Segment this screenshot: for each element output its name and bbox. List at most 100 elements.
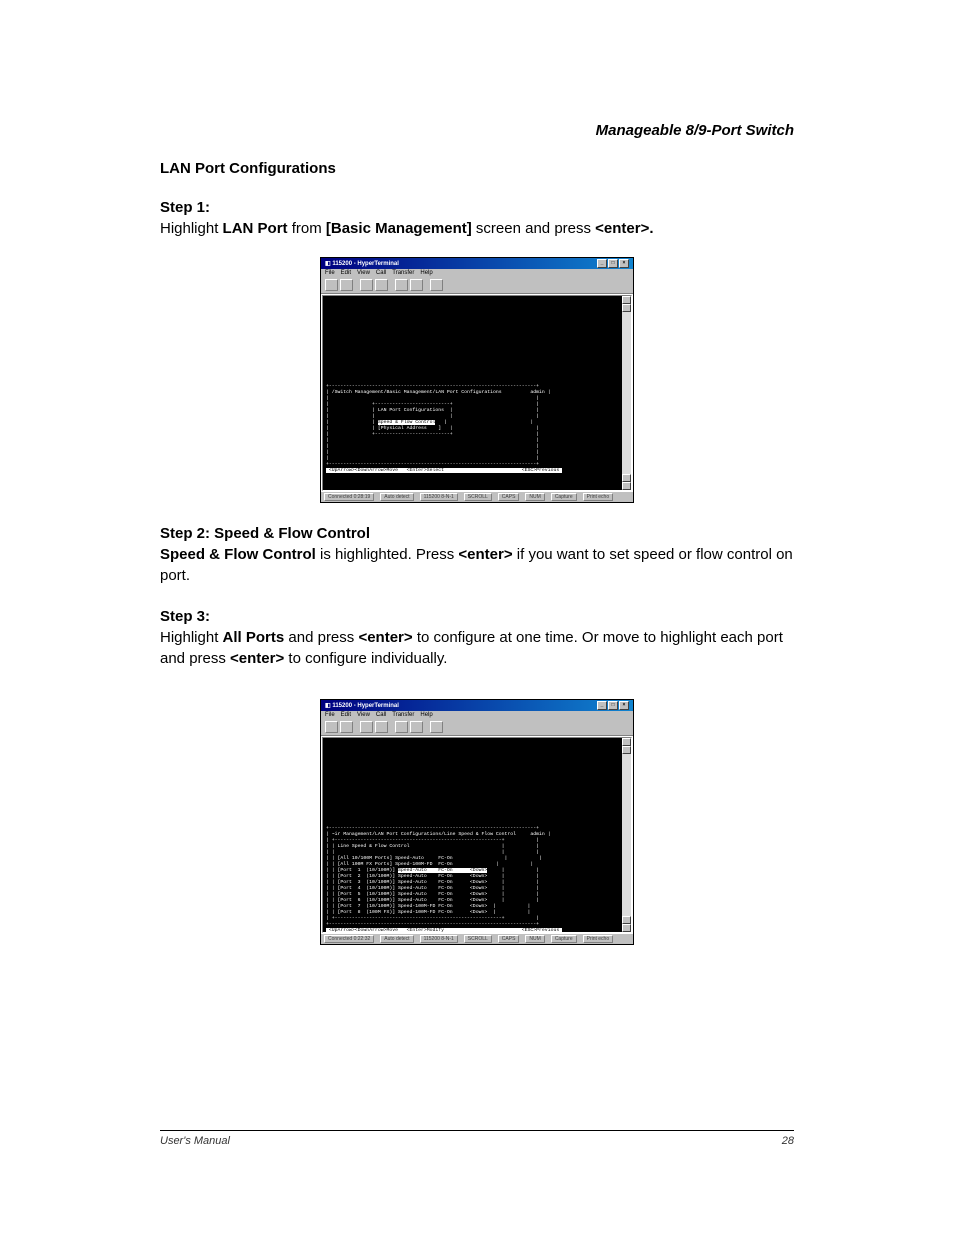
statusbar: Connected 0:28:19 Auto detect 115200 8-N… <box>321 492 633 502</box>
toolbar-button[interactable] <box>410 279 423 291</box>
table-row[interactable]: [Port 8 (100M FX)] Speed-100M-FD FC-On <… <box>338 910 488 915</box>
terminal-container: +---------------------------------------… <box>321 735 633 934</box>
toolbar-button[interactable] <box>360 279 373 291</box>
statusbar: Connected 0:22:32 Auto detect 115200 8-N… <box>321 934 633 944</box>
menu-edit[interactable]: Edit <box>341 270 351 276</box>
toolbar-button[interactable] <box>430 279 443 291</box>
table-row[interactable]: [All 10/100M Ports] Speed-Auto FC-On <box>338 856 453 861</box>
window-system-buttons[interactable]: _□× <box>596 259 629 268</box>
hyperterminal-window: ◧ 115200 - HyperTerminal _□× File Edit V… <box>320 699 634 945</box>
terminal-screen-2[interactable]: +---------------------------------------… <box>322 737 632 933</box>
toolbar-button[interactable] <box>325 721 338 733</box>
toolbar-button[interactable] <box>395 279 408 291</box>
page-footer: User's Manual 28 <box>160 1130 794 1147</box>
table-row[interactable]: [Port 2 (10/100M)] Speed-Auto FC-On <Dow… <box>338 874 488 879</box>
scroll-up-icon[interactable] <box>622 296 631 304</box>
window-system-buttons[interactable]: _□× <box>596 701 629 710</box>
status-cell: CAPS <box>498 935 520 943</box>
terminal-screen-1[interactable]: +---------------------------------------… <box>322 295 632 491</box>
status-cell: NUM <box>525 493 544 501</box>
scroll-down-icon[interactable] <box>622 482 631 490</box>
selected-option[interactable]: Speed & Flow Control <box>378 420 436 425</box>
bold: [Basic Management] <box>326 220 472 237</box>
text: to configure individually. <box>284 650 447 667</box>
bold: LAN Port <box>223 220 288 237</box>
table-row[interactable]: [Port 5 (10/100M)] Speed-Auto FC-On <Dow… <box>338 892 488 897</box>
bold: <enter>. <box>595 220 653 237</box>
window-title: ◧ 115200 - HyperTerminal <box>325 260 399 267</box>
status-cell: Print echo <box>583 493 614 501</box>
page-number: 28 <box>782 1135 794 1147</box>
menu-help[interactable]: Help <box>420 712 432 718</box>
table-row[interactable]: [Port 4 (10/100M)] Speed-Auto FC-On <Dow… <box>338 886 488 891</box>
text: from <box>288 220 326 237</box>
table-row[interactable]: [Port 3 (10/100M)] Speed-Auto FC-On <Dow… <box>338 880 488 885</box>
bold: All Ports <box>223 629 285 646</box>
menu-view[interactable]: View <box>357 712 370 718</box>
toolbar-button[interactable] <box>410 721 423 733</box>
page: Manageable 8/9-Port Switch LAN Port Conf… <box>0 0 954 1235</box>
close-icon: × <box>619 259 629 268</box>
minimize-icon: _ <box>597 259 607 268</box>
text: screen and press <box>472 220 595 237</box>
text: Highlight <box>160 220 223 237</box>
menu-call[interactable]: Call <box>376 712 386 718</box>
menu-edit[interactable]: Edit <box>341 712 351 718</box>
toolbar-button[interactable] <box>340 721 353 733</box>
toolbar-button[interactable] <box>360 721 373 733</box>
scrollbar[interactable] <box>622 738 631 932</box>
header-product-name: Manageable 8/9-Port Switch <box>596 122 794 139</box>
table-row[interactable]: [All 100M FX Ports] Speed-100M-FD FC-On <box>338 862 453 867</box>
menu-transfer[interactable]: Transfer <box>392 270 414 276</box>
status-cell: Auto detect <box>380 493 413 501</box>
selected-row[interactable]: Speed-Auto FC-On <Down> <box>398 868 487 873</box>
menu-transfer[interactable]: Transfer <box>392 712 414 718</box>
status-cell: 115200 8-N-1 <box>420 493 458 501</box>
status-cell: Capture <box>551 935 577 943</box>
toolbar-button[interactable] <box>395 721 408 733</box>
status-cell: 115200 8-N-1 <box>420 935 458 943</box>
status-cell: NUM <box>525 935 544 943</box>
scroll-down-icon[interactable] <box>622 924 631 932</box>
window-titlebar: ◧ 115200 - HyperTerminal _□× <box>321 700 633 711</box>
toolbar-button[interactable] <box>430 721 443 733</box>
menu-view[interactable]: View <box>357 270 370 276</box>
status-cell: SCROLL <box>464 935 492 943</box>
hyperterminal-window: ◧ 115200 - HyperTerminal _□× File Edit V… <box>320 257 634 503</box>
scroll-thumb[interactable] <box>622 304 631 312</box>
menubar[interactable]: File Edit View Call Transfer Help <box>321 711 633 719</box>
scroll-thumb[interactable] <box>622 916 631 924</box>
menubar[interactable]: File Edit View Call Transfer Help <box>321 269 633 277</box>
status-cell: Connected 0:22:32 <box>324 935 374 943</box>
step3-text: Highlight All Ports and press <enter> to… <box>160 627 794 669</box>
scrollbar[interactable] <box>622 296 631 490</box>
scroll-up-icon[interactable] <box>622 738 631 746</box>
toolbar <box>321 719 633 735</box>
table-row[interactable]: [Port 7 (10/100M)] Speed-100M-FD FC-On <… <box>338 904 488 909</box>
screenshot-1: ◧ 115200 - HyperTerminal _□× File Edit V… <box>160 257 794 503</box>
toolbar-button[interactable] <box>325 279 338 291</box>
step1-label: Step 1: <box>160 199 794 216</box>
scroll-thumb[interactable] <box>622 474 631 482</box>
status-cell: Auto detect <box>380 935 413 943</box>
toolbar-button[interactable] <box>375 279 388 291</box>
toolbar-button[interactable] <box>375 721 388 733</box>
screenshot-2: ◧ 115200 - HyperTerminal _□× File Edit V… <box>160 699 794 945</box>
footer-left: User's Manual <box>160 1135 230 1147</box>
toolbar-button[interactable] <box>340 279 353 291</box>
menu-call[interactable]: Call <box>376 270 386 276</box>
text: and press <box>284 629 358 646</box>
step3-label: Step 3: <box>160 608 794 625</box>
status-cell: Connected 0:28:19 <box>324 493 374 501</box>
menu-option[interactable]: [Physical Address ] <box>378 426 441 431</box>
menu-file[interactable]: File <box>325 270 335 276</box>
table-row[interactable]: [Port 1 (10/100M)] <box>338 868 398 873</box>
scroll-thumb[interactable] <box>622 746 631 754</box>
table-row[interactable]: [Port 6 (10/100M)] Speed-Auto FC-On <Dow… <box>338 898 488 903</box>
status-cell: Print echo <box>583 935 614 943</box>
maximize-icon: □ <box>608 259 618 268</box>
step1-text: Highlight LAN Port from [Basic Managemen… <box>160 218 794 239</box>
menu-file[interactable]: File <box>325 712 335 718</box>
menu-help[interactable]: Help <box>420 270 432 276</box>
bold: Speed & Flow Control <box>160 546 316 563</box>
